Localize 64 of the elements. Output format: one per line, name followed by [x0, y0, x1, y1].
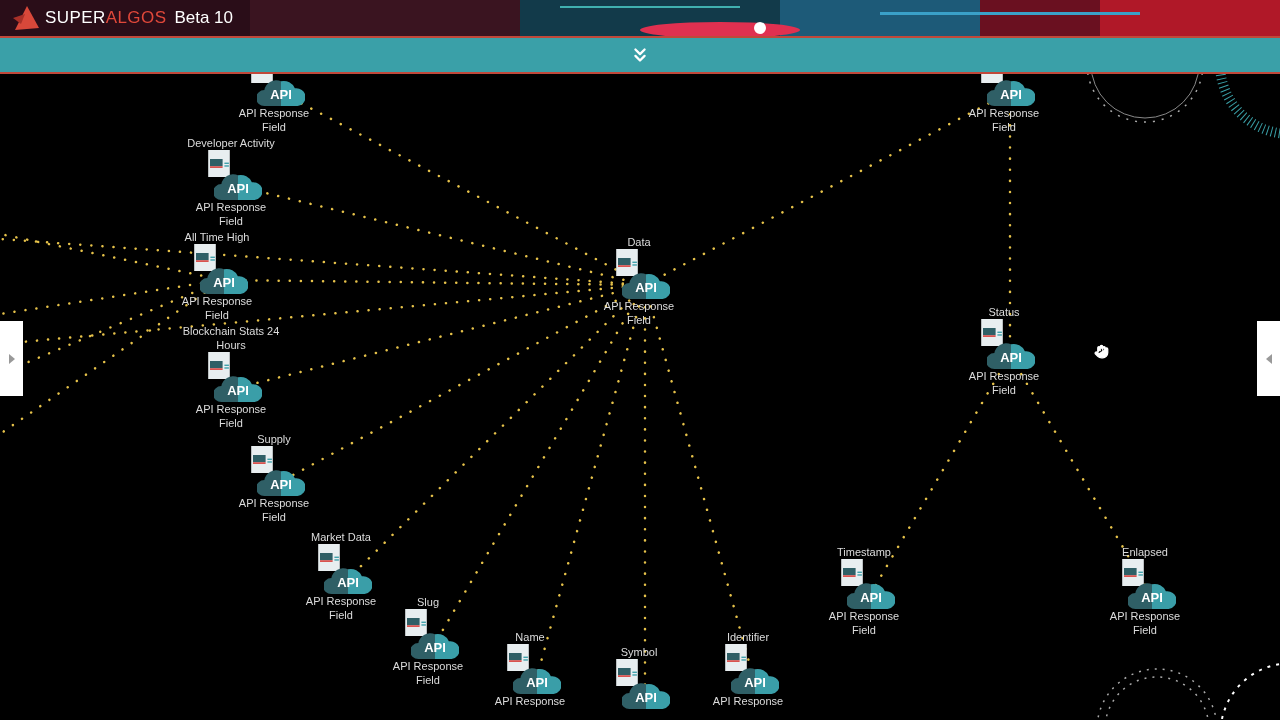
- document-icon: [251, 446, 273, 473]
- node-label: API Response Field: [827, 609, 901, 637]
- api-cloud-badge: API: [847, 579, 895, 609]
- document-icon: [208, 352, 230, 379]
- node-title: Slug: [416, 595, 440, 609]
- node-title: Symbol: [619, 645, 659, 659]
- node-label: API Response Field: [180, 294, 254, 322]
- node-label: API Response Field: [602, 299, 676, 327]
- document-icon: [318, 544, 340, 571]
- document-icon: [616, 659, 638, 686]
- node-label: API Response Field: [194, 200, 268, 228]
- document-icon: [405, 609, 427, 636]
- node-title: Data: [626, 235, 652, 249]
- document-icon: [1122, 559, 1144, 586]
- left-panel-tab[interactable]: [0, 321, 23, 396]
- node-label: API Response Field: [304, 594, 378, 622]
- node-title: All Time High: [183, 230, 251, 244]
- api-cloud-badge: API: [214, 372, 262, 402]
- document-icon: [616, 249, 638, 276]
- node-label: API Response Field: [237, 496, 311, 524]
- version-label: Beta 10: [174, 7, 234, 30]
- node-label: API Response Field: [967, 106, 1041, 134]
- node-title: Developer Activity: [186, 136, 276, 150]
- node-label: API Response Field: [237, 106, 311, 134]
- hand-cursor-icon: [1094, 344, 1109, 359]
- node-title: Enlapsed: [1121, 545, 1169, 559]
- document-icon: [194, 244, 216, 271]
- api-cloud-badge: API: [1128, 579, 1176, 609]
- api-cloud-badge: API: [214, 170, 262, 200]
- document-icon: [981, 319, 1003, 346]
- document-icon: [841, 559, 863, 586]
- document-icon: [725, 644, 747, 671]
- document-icon: [208, 150, 230, 177]
- api-cloud-badge: API: [731, 664, 779, 694]
- caret-right-icon: [8, 353, 15, 364]
- node-title: Market Data: [310, 530, 372, 544]
- api-cloud-badge: API: [987, 339, 1035, 369]
- api-cloud-badge: API: [411, 629, 459, 659]
- node-label: API Response Field: [967, 369, 1041, 397]
- node-title: Status: [987, 305, 1021, 319]
- node-label: API Response Field: [391, 659, 465, 687]
- brand-name: SUPERALGOS: [45, 7, 167, 30]
- api-cloud-badge: API: [200, 264, 248, 294]
- api-cloud-badge: API: [513, 664, 561, 694]
- api-cloud-badge: API: [257, 76, 305, 106]
- node-title: Identifier: [725, 630, 771, 644]
- right-panel-tab[interactable]: [1257, 321, 1280, 396]
- node-title: Blockchain Stats 24 Hours: [181, 324, 281, 352]
- api-cloud-badge: API: [622, 269, 670, 299]
- dial-drawing: [1221, 663, 1280, 719]
- api-cloud-badge: API: [324, 564, 372, 594]
- node-label: API Response Field: [1108, 609, 1182, 637]
- node-label: API Response: [711, 694, 785, 708]
- api-cloud-badge: API: [622, 679, 670, 709]
- document-icon: [507, 644, 529, 671]
- logo-icon: [13, 6, 39, 30]
- node-label: API Response: [493, 694, 567, 708]
- node-label: API Response Field: [194, 402, 268, 430]
- caret-left-icon: [1265, 353, 1272, 364]
- api-cloud-badge: API: [257, 466, 305, 496]
- node-title: Name: [514, 630, 546, 644]
- node-title: Timestamp: [836, 545, 892, 559]
- api-cloud-badge: API: [987, 76, 1035, 106]
- node-title: Supply: [256, 432, 292, 446]
